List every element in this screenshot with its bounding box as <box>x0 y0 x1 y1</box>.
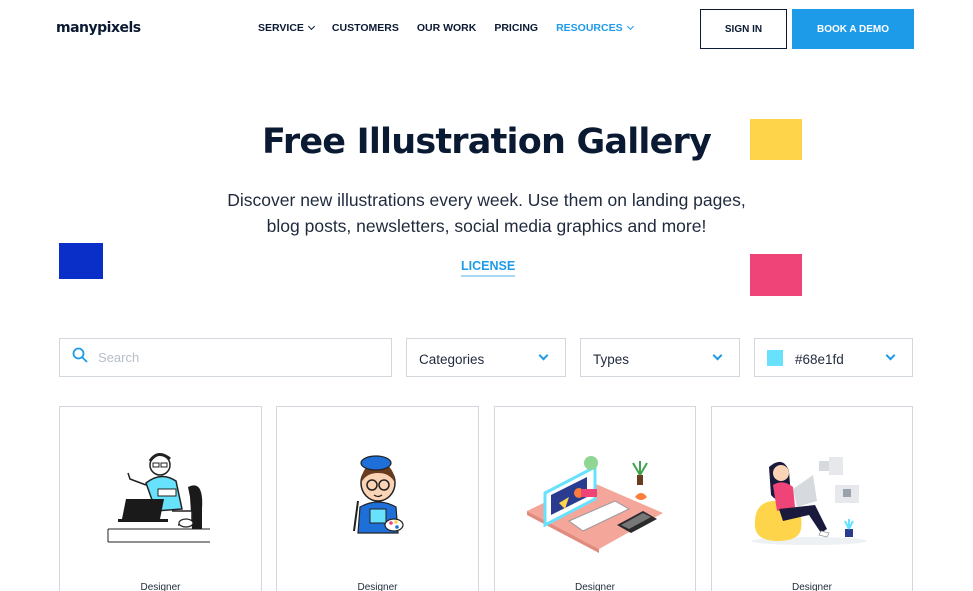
search-input[interactable] <box>98 350 368 365</box>
card-label: Designer <box>574 582 616 591</box>
nav-resources-label: RESOURCES <box>556 22 623 34</box>
nav-customers[interactable]: CUSTOMERS <box>332 22 399 34</box>
license-link[interactable]: LICENSE <box>461 259 516 277</box>
nav-our-work[interactable]: OUR WORK <box>417 22 477 34</box>
decorative-pink-square <box>750 254 802 296</box>
subtitle-line-2: blog posts, newsletters, social media gr… <box>266 216 707 236</box>
card-label: Designer <box>791 582 833 591</box>
designer-laptop-illustration <box>107 453 210 543</box>
card-label: Designer <box>357 582 398 591</box>
color-value: #68e1fd <box>795 351 844 367</box>
nav-pricing-label: PRICING <box>494 22 539 34</box>
color-swatch <box>767 349 783 366</box>
illustration-card[interactable]: Designer <box>276 406 479 591</box>
types-dropdown[interactable]: Types <box>580 338 740 377</box>
nav-customers-label: CUSTOMERS <box>331 22 399 34</box>
page-title: Free Illustration Gallery <box>262 122 712 162</box>
search-box <box>59 338 392 377</box>
chevron-down-icon <box>885 350 896 360</box>
chevron-down-icon <box>307 22 315 31</box>
categories-dropdown[interactable]: Categories <box>406 338 566 377</box>
nav-service-label: SERVICE <box>258 22 304 34</box>
types-label: Types <box>593 351 630 367</box>
designer-beanbag-illustration <box>751 457 867 545</box>
illustration-card[interactable]: Designer <box>494 406 696 591</box>
book-demo-button[interactable]: BOOK A DEMO <box>792 9 914 49</box>
chevron-down-icon <box>626 22 634 31</box>
designer-desk-isometric-illustration <box>527 456 663 553</box>
sign-in-button[interactable]: SIGN IN <box>700 9 787 49</box>
chevron-down-icon <box>712 350 723 360</box>
nav-resources[interactable]: RESOURCES <box>556 22 634 34</box>
categories-label: Categories <box>419 351 485 367</box>
subtitle-line-1: Discover new illustrations every week. U… <box>227 190 746 210</box>
page-subtitle: Discover new illustrations every week. U… <box>200 187 773 239</box>
color-value-group: #68e1fd <box>767 349 844 367</box>
color-picker-dropdown[interactable]: #68e1fd <box>754 338 913 377</box>
illustration-card[interactable]: Designer <box>711 406 913 591</box>
designer-painter-illustration <box>352 455 404 534</box>
search-icon <box>72 347 88 368</box>
decorative-blue-square <box>59 243 103 279</box>
chevron-down-icon <box>538 350 549 360</box>
main-nav: SERVICE CUSTOMERS OUR WORK PRICING RESOU… <box>258 22 634 34</box>
logo[interactable]: manypixels <box>56 20 141 36</box>
nav-service[interactable]: SERVICE <box>258 22 315 34</box>
nav-our-work-label: OUR WORK <box>416 22 477 34</box>
card-label: Designer <box>140 582 181 591</box>
nav-pricing[interactable]: PRICING <box>494 22 538 34</box>
illustration-card[interactable]: Designer <box>59 406 262 591</box>
site-header: manypixels SERVICE CUSTOMERS OUR WORK PR… <box>0 0 973 58</box>
